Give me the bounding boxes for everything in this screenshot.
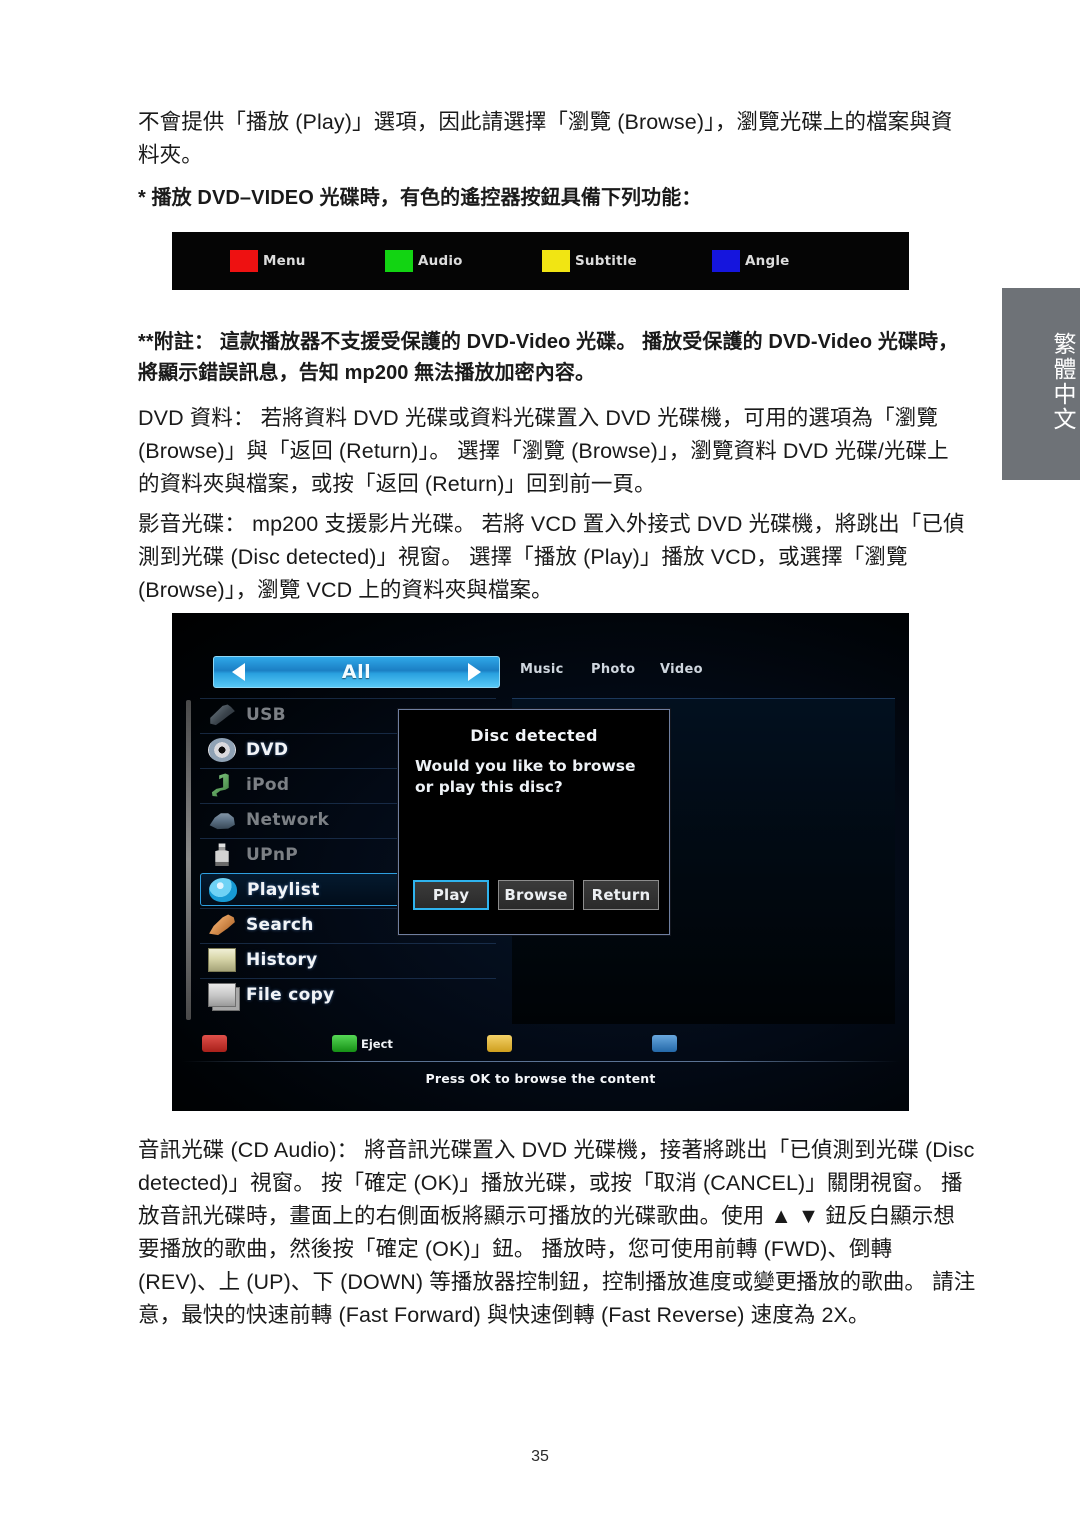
heading-dvd-video-buttons: * 播放 DVD–VIDEO 光碟時，有色的遙控器按鈕具備下列功能： [138,187,702,209]
ipod-icon [211,773,229,797]
remote-button-angle-label: Angle [745,253,790,269]
filter-selector-all[interactable]: All [213,656,500,688]
dialog-message: Would you like to browse or play this di… [415,757,636,796]
page-number: 35 [531,1448,549,1465]
sidebar-item-label: iPod [246,775,290,795]
chevron-left-icon[interactable] [232,663,245,681]
language-side-tab-label: 繁體中文 [1050,332,1076,432]
playlist-icon [209,877,237,902]
search-icon [209,914,235,936]
filter-selector-label: All [341,661,372,683]
blue-key-icon [652,1035,677,1052]
paragraph-intro: 不會提供「播放 (Play)」選項，因此請選擇「瀏覽 (Browse)」，瀏覽光… [138,110,953,167]
media-player-screen: All Music Photo Video USB DVD iPod Netwo… [172,613,909,1111]
history-icon [208,948,236,972]
red-key-icon [202,1035,227,1052]
blue-swatch-icon [712,250,740,272]
browse-button[interactable]: Browse [498,880,574,910]
player-color-key-bar: Eject [172,1031,909,1061]
document-page: 不會提供「播放 (Play)」選項，因此請選擇「瀏覽 (Browse)」，瀏覽光… [138,0,975,1521]
color-key-yellow[interactable] [487,1035,516,1052]
remote-button-menu: Menu [230,250,306,272]
paragraph-video-cd: 影音光碟： mp200 支援影片光碟。 若將 VCD 置入外接式 DVD 光碟機… [138,512,965,602]
color-key-green-eject[interactable]: Eject [332,1035,393,1052]
sidebar-item-file-copy[interactable]: File copy [200,978,496,1011]
remote-button-subtitle-label: Subtitle [575,253,637,269]
sidebar-item-label: DVD [246,740,289,760]
color-key-green-label: Eject [361,1036,393,1051]
tab-music[interactable]: Music [520,662,564,677]
sidebar-item-label: USB [246,705,286,725]
green-key-icon [332,1035,357,1052]
red-swatch-icon [230,250,258,272]
disc-detected-dialog: Disc detected Would you like to browse o… [398,709,670,935]
remote-color-buttons-figure: Menu Audio Subtitle Angle [172,232,909,290]
paragraph-cd-audio: 音訊光碟 (CD Audio)： 將音訊光碟置入 DVD 光碟機，接著將跳出「已… [138,1138,976,1327]
chevron-right-icon[interactable] [468,663,481,681]
remote-button-audio-label: Audio [418,253,463,269]
player-top-navigation: All Music Photo Video [172,656,909,690]
media-player-screenshot-figure: All Music Photo Video USB DVD iPod Netwo… [172,613,909,1111]
sidebar-item-label: Network [246,810,330,830]
remote-button-audio: Audio [385,250,463,272]
remote-button-menu-label: Menu [263,253,306,269]
sidebar-scrollbar[interactable] [186,700,191,1020]
disc-icon [208,738,236,762]
sidebar-item-label: Search [246,915,314,935]
green-swatch-icon [385,250,413,272]
upnp-icon [215,843,229,867]
player-status-text: Press OK to browse the content [425,1071,656,1086]
paragraph-dvd-data: DVD 資料： 若將資料 DVD 光碟或資料光碟置入 DVD 光碟機，可用的選項… [138,406,949,496]
dialog-title: Disc detected [470,726,598,745]
yellow-key-icon [487,1035,512,1052]
network-icon [209,813,235,830]
color-key-red[interactable] [202,1035,231,1052]
remote-button-angle: Angle [712,250,790,272]
color-key-blue[interactable] [652,1035,681,1052]
yellow-swatch-icon [542,250,570,272]
play-button[interactable]: Play [413,880,489,910]
tab-photo[interactable]: Photo [591,662,635,677]
usb-icon [210,704,235,726]
sidebar-item-history[interactable]: History [200,943,496,976]
dialog-button-row: Play Browse Return [413,880,659,910]
sidebar-item-label: File copy [246,985,335,1005]
sidebar-item-label: Playlist [247,879,320,900]
sidebar-item-label: UPnP [246,845,299,865]
note-protected-discs: **附註： 這款播放器不支援受保護的 DVD-Video 光碟。 播放受保護的 … [138,331,959,384]
return-button[interactable]: Return [583,880,659,910]
copy-icon [208,983,236,1007]
remote-button-subtitle: Subtitle [542,250,637,272]
tab-video[interactable]: Video [660,662,703,677]
sidebar-item-label: History [246,950,318,970]
language-side-tab: 繁體中文 [1002,288,1080,480]
player-status-divider [182,1061,899,1062]
